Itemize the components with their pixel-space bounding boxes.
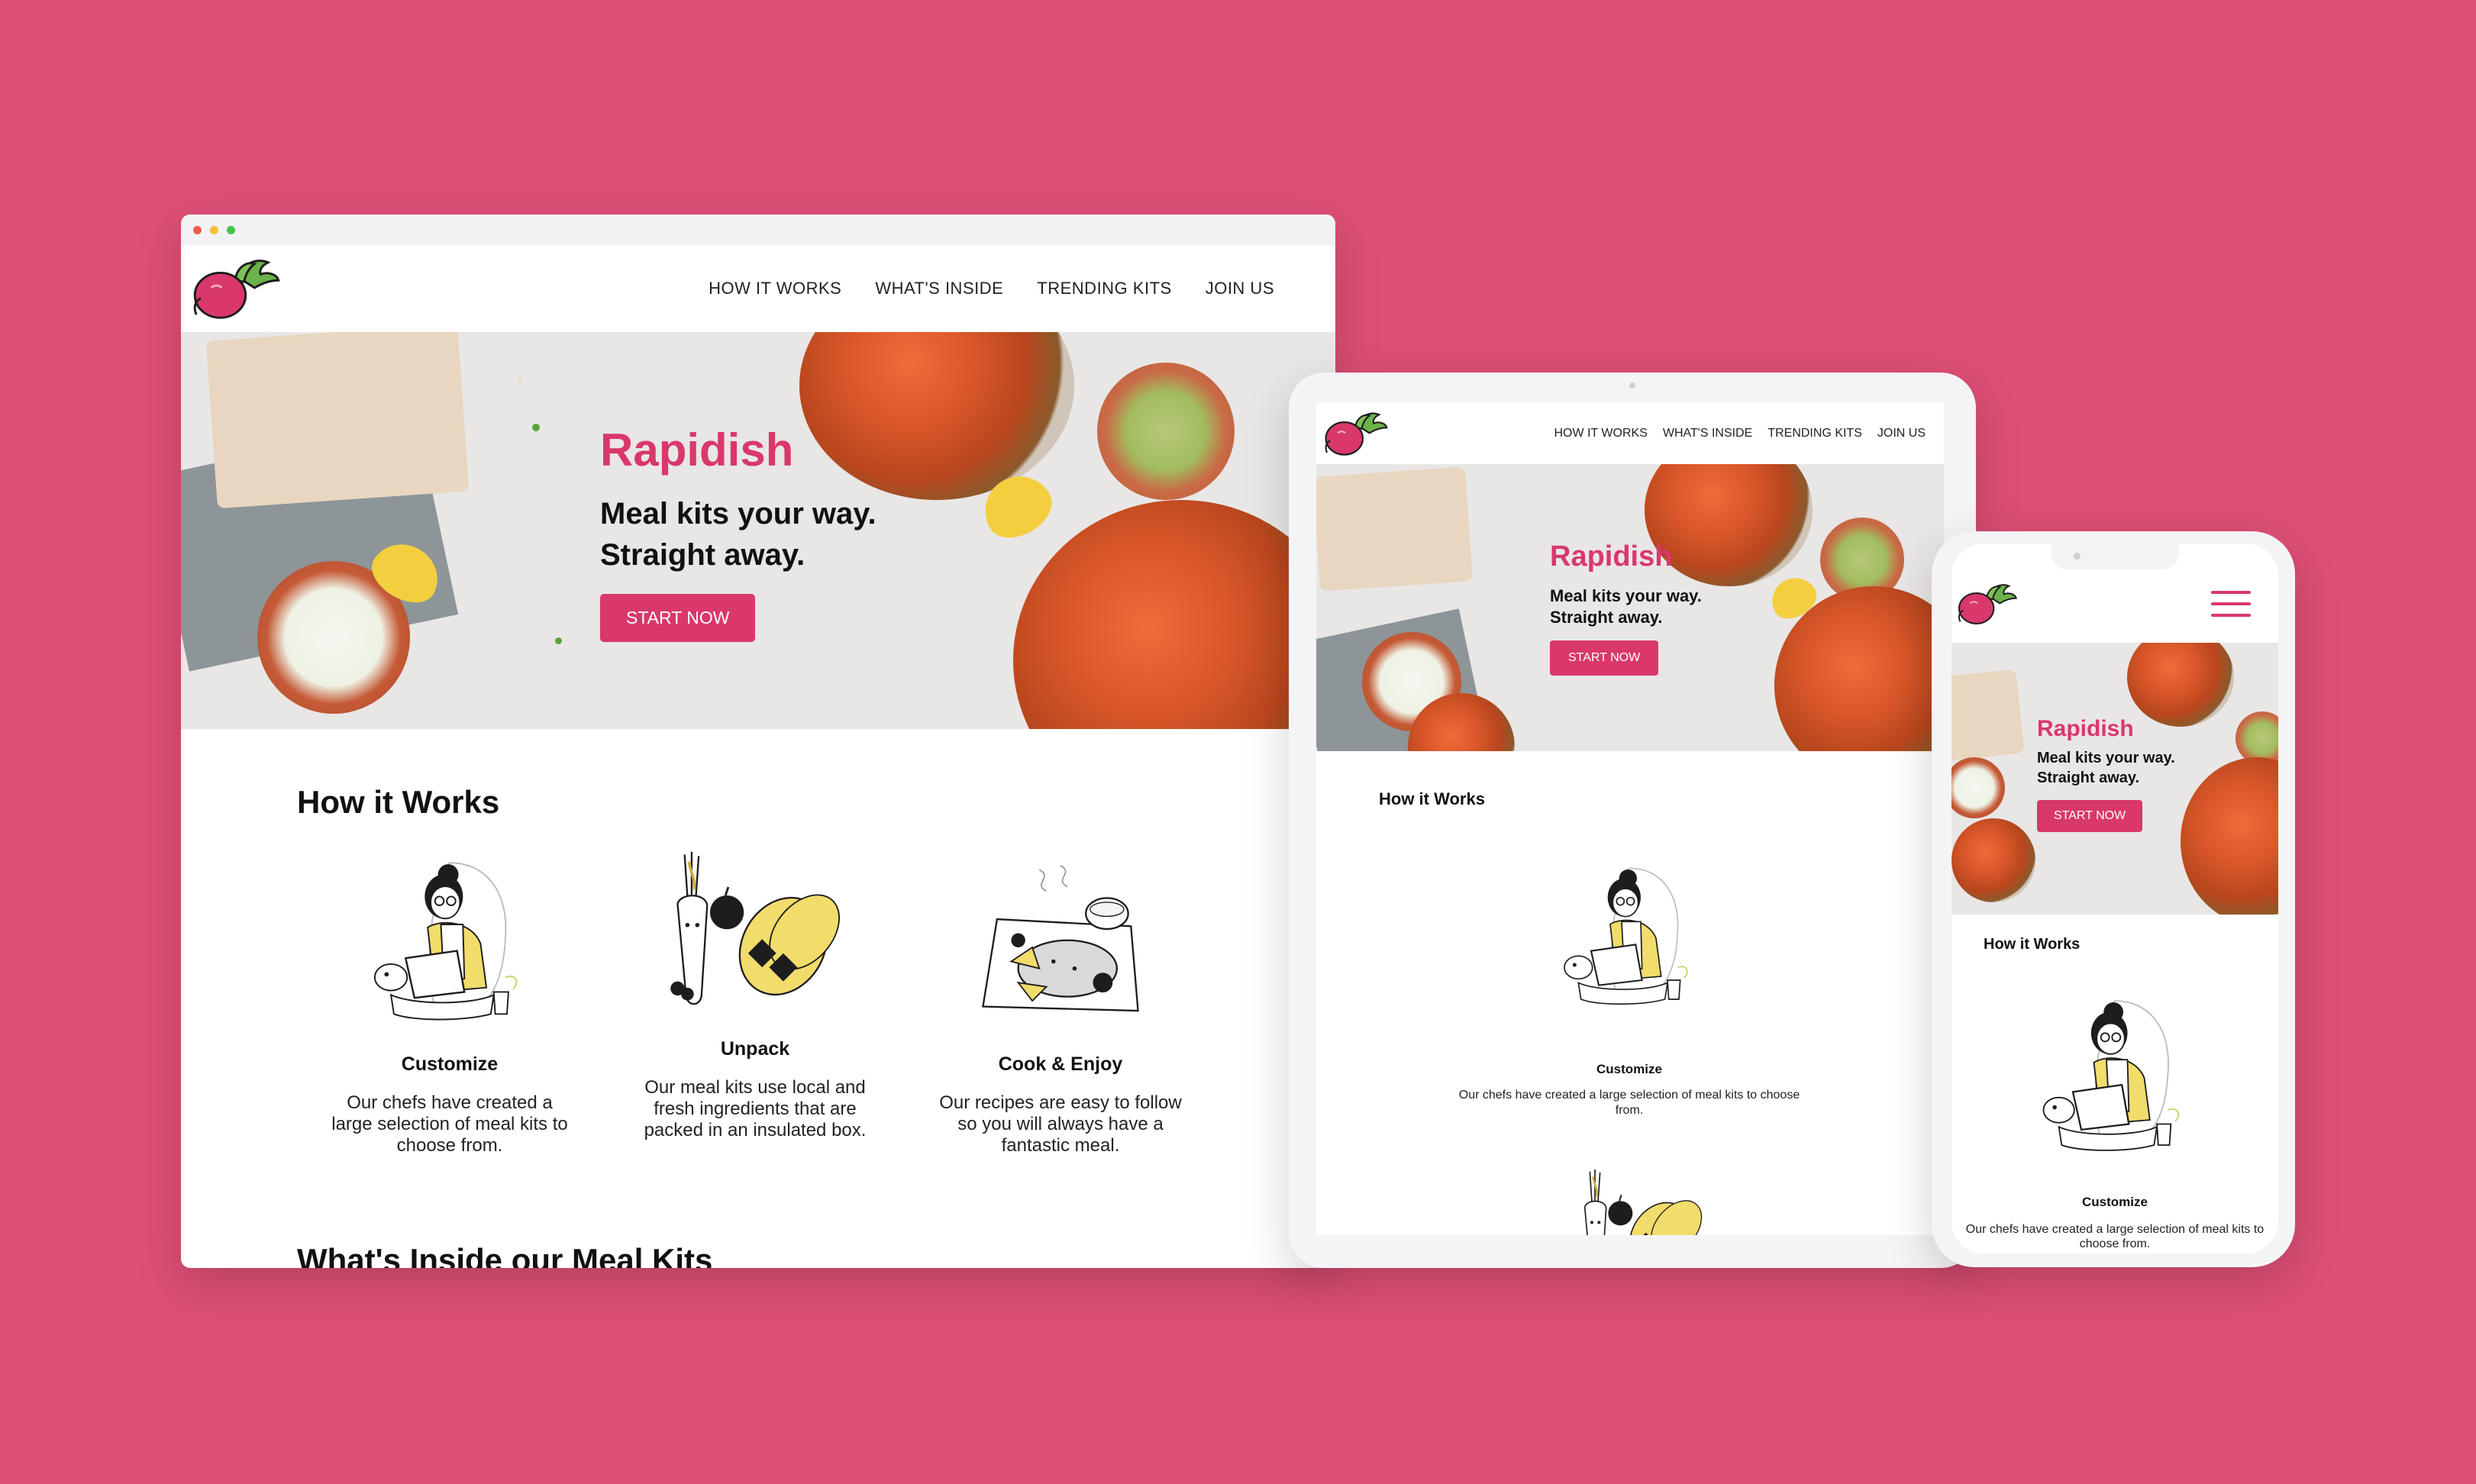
step-title: Customize xyxy=(1596,1062,1662,1076)
step-unpack: Unpack Our meal kits use local and fresh… xyxy=(633,840,877,1141)
tagline-line-2: Straight away. xyxy=(600,538,805,572)
vegetables-illustration xyxy=(1530,1166,1751,1235)
beet-logo-icon[interactable] xyxy=(1322,409,1388,458)
nav-links: HOW IT WORKS WHAT'S INSIDE TRENDING KITS… xyxy=(1554,427,1926,440)
hero-banner: Rapidish Meal kits your way. Straight aw… xyxy=(181,332,1335,729)
step-title: Cook & Enjoy xyxy=(998,1053,1123,1075)
how-it-works-title: How it Works xyxy=(1379,789,1485,808)
brand-title: Rapidish xyxy=(2037,716,2134,741)
tablet-mockup: HOW IT WORKS WHAT'S INSIDE TRENDING KITS… xyxy=(1289,373,1976,1268)
tagline-line-1: Meal kits your way. xyxy=(600,497,876,531)
start-now-button[interactable]: START NOW xyxy=(2037,800,2143,832)
step-description: Our chefs have created a large selection… xyxy=(1458,1089,1800,1117)
vegetables-illustration xyxy=(663,840,847,1024)
step-description: Our chefs have created a large selection… xyxy=(331,1092,568,1156)
nav-join-us[interactable]: JOIN US xyxy=(1206,279,1274,298)
fries-bowl-image xyxy=(1013,500,1335,729)
close-window-dot[interactable] xyxy=(193,225,202,234)
nav-trending-kits[interactable]: TRENDING KITS xyxy=(1037,279,1171,298)
how-it-works-title: How it Works xyxy=(1984,936,2081,953)
hero-copy: Rapidish Meal kits your way. Straight aw… xyxy=(600,424,876,642)
hero-copy: Rapidish Meal kits your way. Straight aw… xyxy=(2037,716,2175,832)
maximize-window-dot[interactable] xyxy=(227,225,235,234)
tagline: Meal kits your way. Straight away. xyxy=(600,493,876,576)
phone-notch xyxy=(2051,544,2179,569)
browser-titlebar xyxy=(181,215,1335,245)
step-customize: Customize Our chefs have created a large… xyxy=(1446,827,1813,1118)
tagline-line-1: Meal kits your way. xyxy=(1550,586,1702,605)
step-customize: Customize Our chefs have created a large… xyxy=(1962,971,2268,1251)
step-title: Unpack xyxy=(720,1038,790,1060)
beet-logo-icon[interactable] xyxy=(190,255,280,322)
phone-screen: Rapidish Meal kits your way. Straight aw… xyxy=(1951,544,2278,1253)
step-title: Customize xyxy=(401,1053,499,1075)
tablet-screen: HOW IT WORKS WHAT'S INSIDE TRENDING KITS… xyxy=(1316,403,1944,1235)
nav-whats-inside[interactable]: WHAT'S INSIDE xyxy=(1663,427,1752,440)
hero-banner: Rapidish Meal kits your way. Straight aw… xyxy=(1951,643,2278,915)
step-customize: Customize Our chefs have created a large… xyxy=(328,848,572,1157)
step-description: Our chefs have created a large selection… xyxy=(1965,1223,2265,1250)
plated-meal-illustration xyxy=(969,856,1152,1039)
step-title: Customize xyxy=(2082,1195,2148,1209)
step-description: Our recipes are easy to follow so you wi… xyxy=(939,1092,1182,1156)
nav-whats-inside[interactable]: WHAT'S INSIDE xyxy=(875,279,1003,298)
tagline: Meal kits your way. Straight away. xyxy=(2037,748,2175,788)
step-cook-enjoy: Cook & Enjoy Our recipes are easy to fol… xyxy=(938,856,1183,1157)
nav-trending-kits[interactable]: TRENDING KITS xyxy=(1767,427,1862,440)
site-navbar xyxy=(1951,566,2278,643)
site-navbar: HOW IT WORKS WHAT'S INSIDE TRENDING KITS… xyxy=(181,245,1335,332)
woman-laptop-illustration xyxy=(2031,971,2199,1185)
tablet-camera xyxy=(1629,382,1635,389)
minimize-window-dot[interactable] xyxy=(210,225,218,234)
nav-how-it-works[interactable]: HOW IT WORKS xyxy=(709,279,841,298)
step-description: Our meal kits use local and fresh ingred… xyxy=(644,1077,867,1140)
whats-inside-title: What's Inside our Meal Kits xyxy=(297,1242,713,1268)
hero-banner: Rapidish Meal kits your way. Straight aw… xyxy=(1316,464,1944,751)
site-navbar: HOW IT WORKS WHAT'S INSIDE TRENDING KITS… xyxy=(1316,403,1944,464)
start-now-button[interactable]: START NOW xyxy=(600,594,756,642)
hero-copy: Rapidish Meal kits your way. Straight aw… xyxy=(1550,540,1702,676)
tagline: Meal kits your way. Straight away. xyxy=(1550,586,1702,628)
phone-mockup: Rapidish Meal kits your way. Straight aw… xyxy=(1932,531,2295,1267)
nav-join-us[interactable]: JOIN US xyxy=(1877,427,1926,440)
woman-laptop-illustration xyxy=(1553,827,1706,1049)
hamburger-menu-icon[interactable] xyxy=(2211,591,2251,618)
brand-title: Rapidish xyxy=(600,424,794,476)
woman-laptop-illustration xyxy=(358,848,541,1039)
desktop-browser-mockup: HOW IT WORKS WHAT'S INSIDE TRENDING KITS… xyxy=(181,215,1335,1268)
beet-logo-icon[interactable] xyxy=(1956,580,2017,627)
start-now-button[interactable]: START NOW xyxy=(1550,640,1659,676)
cutting-board-image xyxy=(205,332,470,509)
how-it-works-title: How it Works xyxy=(297,784,500,820)
guacamole-bowl-image xyxy=(1097,363,1235,500)
brand-title: Rapidish xyxy=(1550,540,1673,573)
nav-links: HOW IT WORKS WHAT'S INSIDE TRENDING KITS… xyxy=(709,279,1274,298)
tagline-line-2: Straight away. xyxy=(2037,769,2140,786)
tagline-line-2: Straight away. xyxy=(1550,608,1663,627)
nav-how-it-works[interactable]: HOW IT WORKS xyxy=(1554,427,1648,440)
tagline-line-1: Meal kits your way. xyxy=(2037,750,2175,766)
